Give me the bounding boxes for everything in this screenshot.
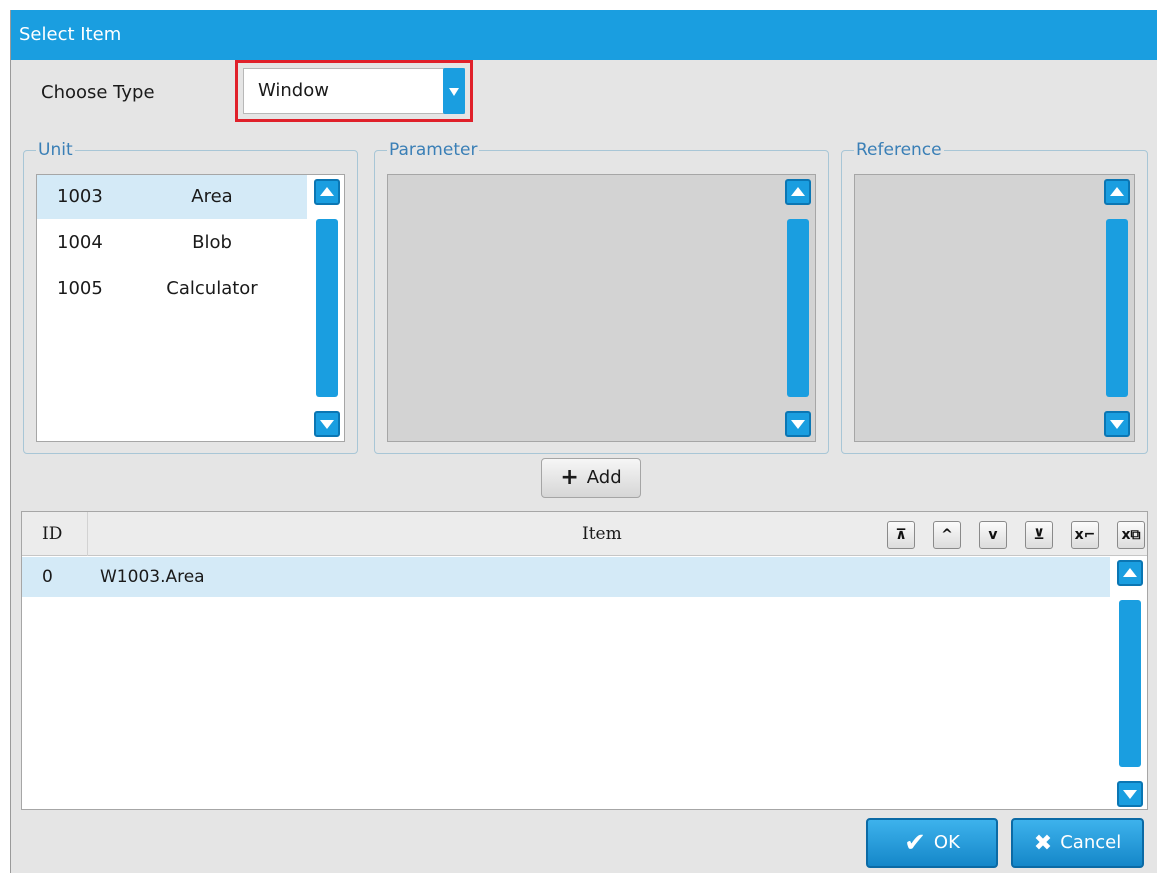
row-item: W1003.Area [100, 567, 205, 587]
checkmark-icon: ✔ [904, 828, 926, 858]
ok-button-label: OK [933, 832, 960, 853]
delete-item-icon[interactable]: x⌐ [1071, 521, 1099, 549]
scroll-thumb[interactable] [1119, 600, 1141, 767]
cancel-button[interactable]: ✖ Cancel [1011, 818, 1144, 868]
scroll-down-icon[interactable] [1117, 781, 1143, 807]
unit-scrollbar[interactable] [312, 179, 342, 437]
unit-name: Area [191, 186, 233, 207]
column-header-item[interactable]: Item [582, 512, 622, 556]
scroll-thumb[interactable] [316, 219, 338, 397]
move-down-icon[interactable]: v [979, 521, 1007, 549]
unit-group: Unit 1003 Area 1004 Blob 1005 Calculator [23, 142, 358, 454]
scroll-up-icon[interactable] [314, 179, 340, 205]
parameter-group: Parameter [374, 142, 829, 454]
plus-icon: + [560, 465, 579, 490]
choose-type-value: Window [258, 80, 329, 101]
unit-id: 1005 [57, 278, 103, 299]
reference-list [854, 174, 1135, 442]
dropdown-arrow-icon[interactable] [443, 68, 465, 114]
scroll-down-icon[interactable] [785, 411, 811, 437]
add-button-label: Add [586, 467, 622, 488]
reference-group: Reference [841, 142, 1148, 454]
unit-name: Calculator [166, 278, 258, 299]
choose-type-label: Choose Type [41, 82, 155, 103]
list-item[interactable]: 1005 Calculator [37, 267, 307, 311]
parameter-list [387, 174, 816, 442]
unit-group-legend: Unit [38, 140, 73, 160]
table-row[interactable]: 0 W1003.Area [22, 557, 1110, 597]
scroll-up-icon[interactable] [1104, 179, 1130, 205]
move-top-icon[interactable]: ⊼ [887, 521, 915, 549]
scroll-thumb[interactable] [787, 219, 809, 397]
dialog-title: Select Item [11, 10, 1157, 60]
ok-button[interactable]: ✔ OK [866, 818, 998, 868]
reference-scrollbar[interactable] [1102, 179, 1132, 437]
select-item-dialog: Select Item Choose Type Window Unit 1003… [10, 10, 1157, 873]
reference-group-legend: Reference [856, 140, 942, 160]
delete-all-icon[interactable]: x⧉ [1117, 521, 1145, 549]
scroll-down-icon[interactable] [314, 411, 340, 437]
add-button[interactable]: + Add [541, 458, 641, 498]
items-table: ID Item ⊼ ^ v ⊻ x⌐ x⧉ 0 W1003.Area [21, 511, 1148, 810]
table-scrollbar[interactable] [1115, 560, 1145, 807]
unit-list: 1003 Area 1004 Blob 1005 Calculator [36, 174, 345, 442]
list-item[interactable]: 1004 Blob [37, 221, 307, 265]
row-id: 0 [42, 567, 53, 587]
column-header-id[interactable]: ID [22, 512, 88, 556]
parameter-group-legend: Parameter [389, 140, 478, 160]
unit-id: 1003 [57, 186, 103, 207]
unit-id: 1004 [57, 232, 103, 253]
move-bottom-icon[interactable]: ⊻ [1025, 521, 1053, 549]
scroll-up-icon[interactable] [785, 179, 811, 205]
parameter-scrollbar[interactable] [783, 179, 813, 437]
cancel-button-label: Cancel [1060, 832, 1122, 853]
close-icon: ✖ [1033, 831, 1053, 856]
list-item[interactable]: 1003 Area [37, 175, 307, 219]
choose-type-dropdown[interactable]: Window [243, 68, 465, 114]
scroll-thumb[interactable] [1106, 219, 1128, 397]
unit-name: Blob [192, 232, 232, 253]
table-header: ID Item ⊼ ^ v ⊻ x⌐ x⧉ [22, 512, 1147, 556]
scroll-up-icon[interactable] [1117, 560, 1143, 586]
scroll-down-icon[interactable] [1104, 411, 1130, 437]
move-up-icon[interactable]: ^ [933, 521, 961, 549]
